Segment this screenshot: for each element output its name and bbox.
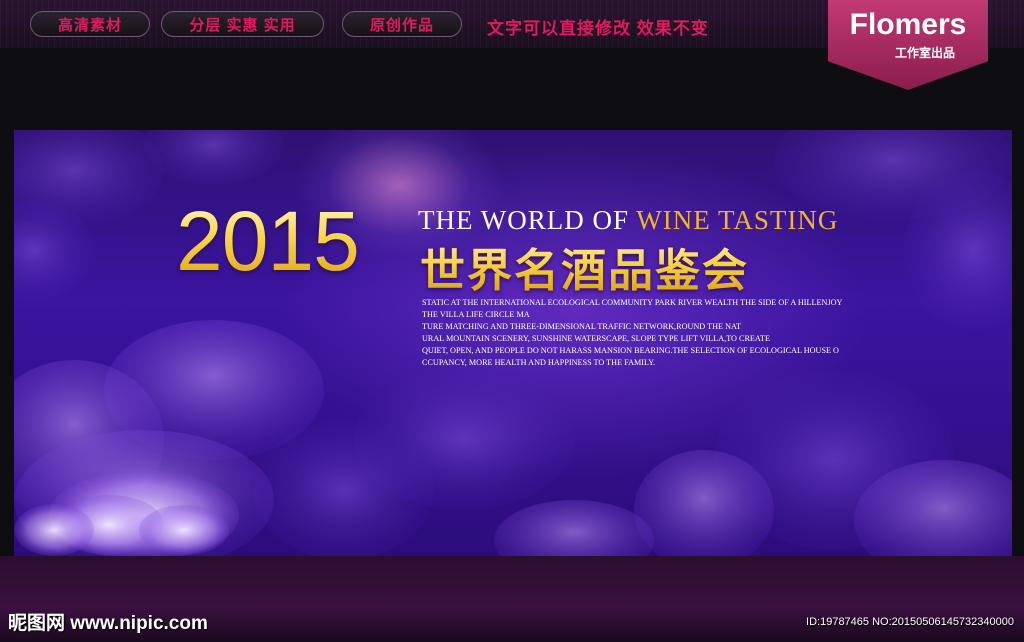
banner-body-text: STATIC AT THE INTERNATIONAL ECOLOGICAL C…	[422, 297, 902, 369]
tab-original-work[interactable]: 原创作品	[342, 11, 462, 37]
watermark-site: 昵图网 www.nipic.com	[8, 613, 208, 634]
brand-badge: Flomers 工作室出品	[828, 0, 988, 90]
body-line: QUIET, OPEN, AND PEOPLE DO NOT HARASS MA…	[422, 346, 839, 355]
wine-tasting-banner: 2015 THE WORLD OF WINE TASTING 世界名酒品鉴会 S…	[14, 130, 1012, 556]
header-tagline: 文字可以直接修改 效果不变	[487, 19, 709, 38]
watermark-id: ID:19787465 NO:20150506145732340000	[806, 616, 1014, 628]
brand-subtitle: 工作室出品	[894, 46, 955, 60]
tab-hd-material[interactable]: 高清素材	[30, 11, 150, 37]
event-year: 2015	[176, 194, 360, 288]
brand-name: Flomers	[849, 8, 967, 41]
body-line: STATIC AT THE INTERNATIONAL ECOLOGICAL C…	[422, 298, 843, 307]
tab-layered-practical[interactable]: 分层 实惠 实用	[161, 11, 324, 37]
english-title-part2: WINE TASTING	[636, 205, 839, 235]
body-line: CCUPANCY, MORE HEALTH AND HAPPINESS TO T…	[422, 358, 656, 367]
chinese-title: 世界名酒品鉴会	[420, 234, 749, 299]
body-line: TURE MATCHING AND THREE-DIMENSIONAL TRAF…	[422, 322, 742, 331]
english-title-part1: THE WORLD OF	[418, 205, 637, 235]
body-line: URAL MOUNTAIN SCENERY, SUNSHINE WATERSCA…	[422, 334, 770, 343]
english-title: THE WORLD OF WINE TASTING	[418, 205, 838, 236]
body-line: THE VILLA LIFE CIRCLE MA	[422, 310, 530, 319]
